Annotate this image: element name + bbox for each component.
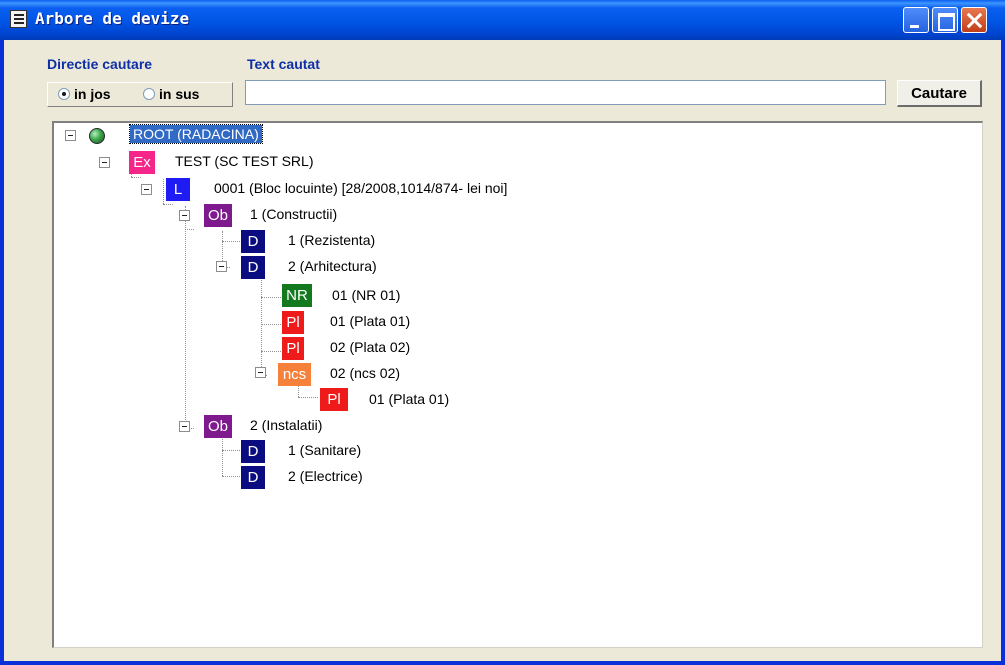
pl-node-icon: Pl [282, 337, 304, 360]
tree-node-label[interactable]: 2 (Electrice) [288, 467, 363, 485]
tree-view[interactable]: ROOT (RADACINA) Ex TEST (SC TEST SRL) L … [52, 121, 983, 648]
minimize-button[interactable] [903, 7, 929, 33]
tree-node-label[interactable]: 02 (Plata 02) [330, 338, 410, 356]
radio-up-label[interactable]: in sus [159, 86, 199, 102]
collapse-toggle-ob2[interactable] [179, 421, 190, 432]
pl-node-icon: Pl [282, 311, 304, 334]
search-button[interactable]: Cautare [897, 80, 982, 107]
tree-node-label[interactable]: 01 (NR 01) [332, 286, 400, 304]
collapse-toggle-ob1[interactable] [179, 210, 190, 221]
direction-radio-group: in jos in sus [47, 82, 233, 107]
ob-node-icon: Ob [204, 415, 232, 438]
tree-node-label[interactable]: 1 (Constructii) [250, 205, 337, 223]
d-node-icon: D [241, 440, 265, 463]
l-node-icon: L [166, 178, 190, 201]
title-bar[interactable]: Arbore de devize [0, 0, 1005, 40]
tree-node-label[interactable]: 2 (Instalatii) [250, 416, 322, 434]
pl-node-icon: Pl [320, 388, 348, 411]
nr-node-icon: NR [282, 284, 312, 307]
tree-node-label[interactable]: 1 (Sanitare) [288, 441, 361, 459]
window-title: Arbore de devize [35, 9, 190, 28]
direction-label: Directie cautare [47, 56, 153, 72]
search-input[interactable] [245, 80, 886, 105]
ncs-node-icon: ncs [278, 363, 311, 386]
collapse-toggle-ex[interactable] [99, 157, 110, 168]
tree-node-label[interactable]: 01 (Plata 01) [369, 390, 449, 408]
tree-node-label[interactable]: 02 (ncs 02) [330, 364, 400, 382]
tree-node-label[interactable]: 01 (Plata 01) [330, 312, 410, 330]
radio-down[interactable] [58, 88, 70, 100]
collapse-toggle-l[interactable] [141, 184, 152, 195]
tree-node-label[interactable]: 1 (Rezistenta) [288, 231, 375, 249]
tree-node-label[interactable]: 2 (Arhitectura) [288, 257, 377, 275]
radio-down-label[interactable]: in jos [74, 86, 111, 102]
collapse-toggle-d2[interactable] [216, 261, 227, 272]
collapse-toggle-root[interactable] [65, 130, 76, 141]
d-node-icon: D [241, 256, 265, 279]
d-node-icon: D [241, 466, 265, 489]
d-node-icon: D [241, 230, 265, 253]
maximize-button[interactable] [932, 7, 958, 33]
tree-node-label[interactable]: TEST (SC TEST SRL) [175, 152, 313, 170]
ex-node-icon: Ex [129, 151, 155, 174]
app-window: Arbore de devize Directie cautare Text c… [0, 0, 1005, 665]
ob-node-icon: Ob [204, 204, 232, 227]
tree-node-label[interactable]: 0001 (Bloc locuinte) [28/2008,1014/874- … [214, 179, 507, 197]
radio-up[interactable] [143, 88, 155, 100]
globe-icon [89, 128, 105, 144]
search-text-label: Text cautat [247, 56, 320, 72]
tree-node-root[interactable]: ROOT (RADACINA) [129, 124, 263, 144]
document-icon [10, 10, 27, 28]
collapse-toggle-ncs[interactable] [255, 367, 266, 378]
close-button[interactable] [961, 7, 987, 33]
